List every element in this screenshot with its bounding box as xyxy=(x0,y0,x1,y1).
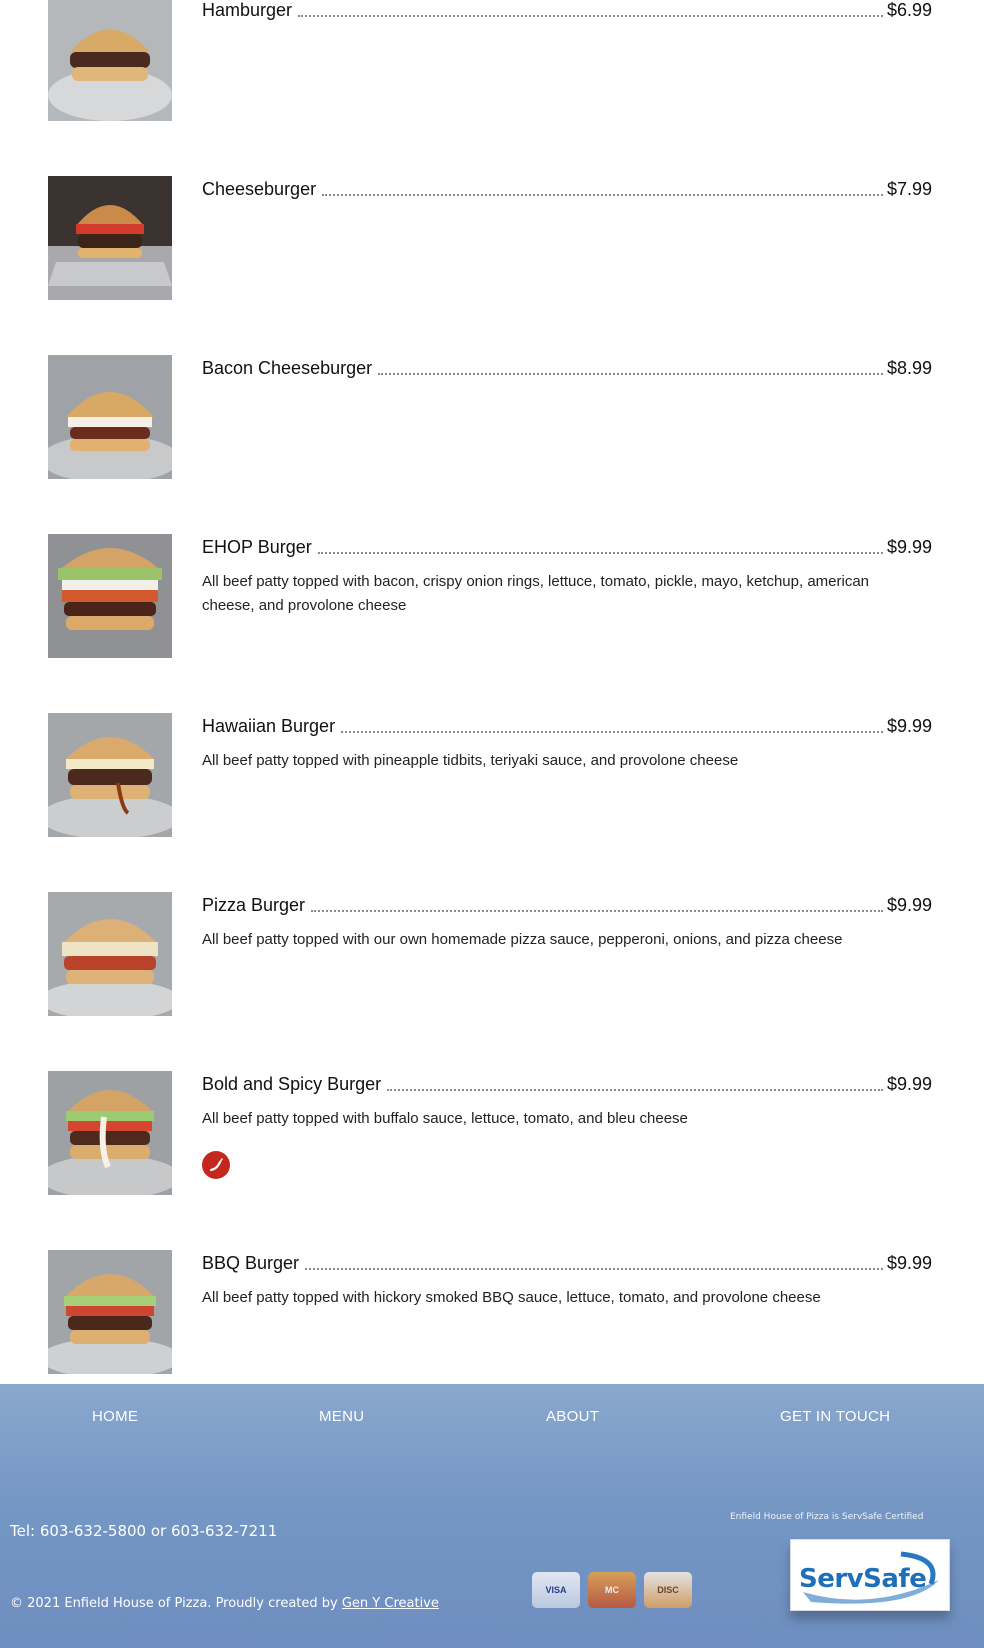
item-name: EHOP Burger xyxy=(202,537,312,557)
item-price: $6.99 xyxy=(886,0,932,20)
item-name: Bold and Spicy Burger xyxy=(202,1074,382,1094)
item-name: Hamburger xyxy=(202,0,293,20)
dot-leader xyxy=(341,731,883,733)
dot-leader xyxy=(305,1268,883,1270)
pizza-burger-photo[interactable] xyxy=(48,892,172,1016)
cheeseburger-photo[interactable] xyxy=(48,176,172,300)
menu-item-ehop-burger: EHOP Burger $9.99 All beef patty topped … xyxy=(0,534,984,658)
mastercard-icon: MC xyxy=(588,1572,636,1608)
item-name: Cheeseburger xyxy=(202,179,317,199)
dot-leader xyxy=(311,910,883,912)
nav-home[interactable]: HOME xyxy=(92,1408,138,1425)
item-price: $9.99 xyxy=(886,1074,932,1094)
dot-leader xyxy=(317,552,883,554)
dot-leader xyxy=(378,373,883,375)
item-price: $8.99 xyxy=(886,358,932,378)
discover-card-icon: DISC xyxy=(644,1572,692,1608)
item-description: All beef patty topped with bacon, crispy… xyxy=(202,573,870,614)
dot-leader xyxy=(322,194,883,196)
item-price: $9.99 xyxy=(886,895,932,915)
bold-and-spicy-burger-photo[interactable] xyxy=(48,1071,172,1195)
menu-item-bold-and-spicy-burger: Bold and Spicy Burger $9.99 All beef pat… xyxy=(0,1071,984,1195)
credit-link[interactable]: Gen Y Creative xyxy=(342,1596,439,1611)
copyright: © 2021 Enfield House of Pizza. Proudly c… xyxy=(10,1596,439,1611)
item-price: $9.99 xyxy=(886,537,932,557)
site-footer: HOME MENU ABOUT GET IN TOUCH Tel: 603-63… xyxy=(0,1384,984,1648)
dot-leader xyxy=(298,15,883,17)
menu-item-hawaiian-burger: Hawaiian Burger $9.99 All beef patty top… xyxy=(0,713,984,837)
nav-about[interactable]: ABOUT xyxy=(546,1408,599,1425)
item-description: All beef patty topped with our own homem… xyxy=(202,931,843,948)
chili-pepper-icon xyxy=(202,1151,230,1179)
ehop-burger-photo[interactable] xyxy=(48,534,172,658)
item-price: $7.99 xyxy=(886,179,932,199)
servsafe-wordmark: ServSafe xyxy=(799,1564,927,1594)
bacon-cheeseburger-photo[interactable] xyxy=(48,355,172,479)
menu-item-bbq-burger: BBQ Burger $9.99 All beef patty topped w… xyxy=(0,1250,984,1374)
menu-item-hamburger: Hamburger $6.99 xyxy=(0,0,984,121)
phone-numbers: Tel: 603-632-5800 or 603-632-7211 xyxy=(10,1522,278,1540)
menu-item-pizza-burger: Pizza Burger $9.99 All beef patty topped… xyxy=(0,892,984,1016)
item-name: Pizza Burger xyxy=(202,895,306,915)
hawaiian-burger-photo[interactable] xyxy=(48,713,172,837)
item-price: $9.99 xyxy=(886,1253,932,1273)
dot-leader xyxy=(387,1089,883,1091)
servsafe-logo: ServSafe xyxy=(790,1539,950,1611)
item-name: BBQ Burger xyxy=(202,1253,300,1273)
visa-card-icon: VISA xyxy=(532,1572,580,1608)
item-description: All beef patty topped with hickory smoke… xyxy=(202,1289,821,1306)
bbq-burger-photo[interactable] xyxy=(48,1250,172,1374)
item-name: Hawaiian Burger xyxy=(202,716,336,736)
item-name: Bacon Cheeseburger xyxy=(202,358,373,378)
item-price: $9.99 xyxy=(886,716,932,736)
servsafe-note: Enfield House of Pizza is ServSafe Certi… xyxy=(730,1512,924,1522)
hamburger-photo[interactable] xyxy=(48,0,172,121)
menu-item-bacon-cheeseburger: Bacon Cheeseburger $8.99 xyxy=(0,355,984,479)
menu-item-cheeseburger: Cheeseburger $7.99 xyxy=(0,176,984,300)
nav-menu[interactable]: MENU xyxy=(319,1408,364,1425)
nav-get-in-touch[interactable]: GET IN TOUCH xyxy=(780,1408,890,1425)
copyright-text: © 2021 Enfield House of Pizza. Proudly c… xyxy=(10,1596,338,1611)
item-description: All beef patty topped with buffalo sauce… xyxy=(202,1110,688,1127)
item-description: All beef patty topped with pineapple tid… xyxy=(202,752,739,769)
payment-cards: VISA MC DISC xyxy=(532,1572,692,1608)
